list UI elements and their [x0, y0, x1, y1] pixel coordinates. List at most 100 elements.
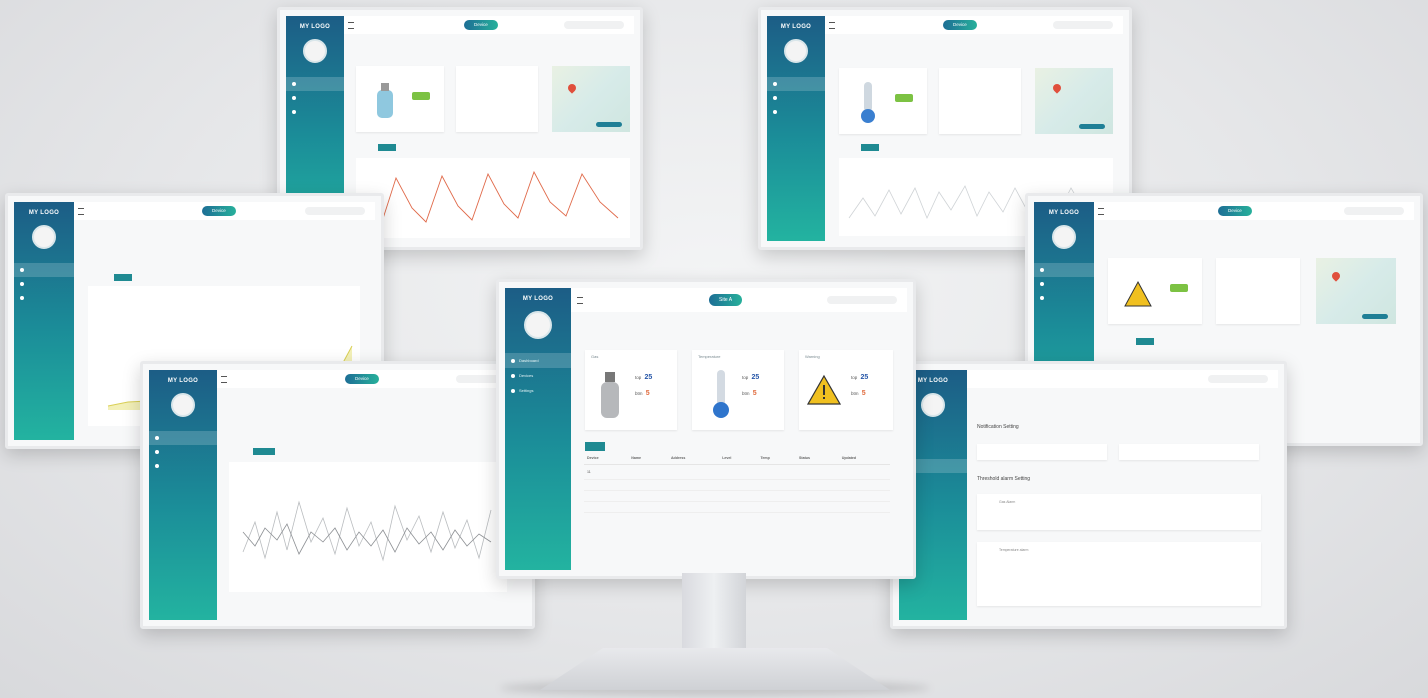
sidebar-item[interactable]	[149, 459, 217, 473]
monitor-stand-neck	[682, 573, 746, 653]
sidebar-item[interactable]	[767, 77, 825, 91]
col-header[interactable]: Temp	[757, 452, 797, 465]
map-button[interactable]	[1362, 314, 1388, 319]
topbar: Device	[217, 370, 526, 388]
status-badge	[895, 94, 913, 102]
sidebar-item-dashboard[interactable]: Dashboard	[505, 353, 571, 368]
map-button[interactable]	[1079, 124, 1105, 129]
sidebar-item[interactable]	[286, 91, 344, 105]
search-input[interactable]	[305, 207, 365, 215]
map[interactable]	[1316, 258, 1396, 324]
avatar	[921, 393, 945, 417]
col-header[interactable]: Name	[628, 452, 668, 465]
map[interactable]	[552, 66, 630, 132]
tab-active[interactable]	[861, 144, 879, 151]
alarm-item[interactable]: Temperature alarm	[977, 542, 1261, 606]
sidebar-item[interactable]	[14, 263, 74, 277]
sidebar-item[interactable]	[286, 105, 344, 119]
metric-card-gas[interactable]: Gas top 25 btm 5	[585, 350, 677, 430]
device-select[interactable]: Device	[202, 206, 236, 216]
map[interactable]	[1035, 68, 1113, 134]
status-badge	[1170, 284, 1188, 292]
status-badge	[412, 92, 430, 100]
sidebar-item[interactable]	[1034, 277, 1094, 291]
level-value: top 25	[635, 374, 653, 381]
device-card	[1108, 258, 1202, 324]
chart-panel	[356, 158, 630, 238]
search-input[interactable]	[827, 296, 897, 304]
location-pin-icon	[1330, 270, 1342, 282]
location-pin-icon	[566, 82, 578, 94]
topbar: Device	[344, 16, 634, 34]
tab-devices[interactable]	[585, 442, 605, 451]
sidebar-item[interactable]	[1034, 263, 1094, 277]
site-select[interactable]: Site A	[709, 294, 743, 306]
table-row[interactable]	[584, 479, 890, 491]
map-button[interactable]	[596, 122, 622, 127]
col-header[interactable]: Level	[719, 452, 758, 465]
search-input[interactable]	[1208, 375, 1268, 383]
notification-option[interactable]	[977, 444, 1107, 460]
tab-active[interactable]	[114, 274, 132, 281]
dot-icon	[155, 436, 159, 440]
device-select[interactable]: Device	[464, 20, 498, 30]
alarm-item[interactable]: Gas Alarm	[977, 494, 1261, 530]
sidebar-item[interactable]	[767, 91, 825, 105]
topbar: Site A	[571, 288, 907, 312]
sidebar-item-devices[interactable]: Devices	[505, 368, 571, 383]
menu-icon[interactable]	[829, 22, 835, 29]
chart-panel	[229, 462, 507, 592]
sidebar-item[interactable]	[767, 105, 825, 119]
menu-icon[interactable]	[1098, 208, 1104, 215]
tab-active[interactable]	[1136, 338, 1154, 345]
table-row[interactable]	[584, 501, 890, 513]
monitor-center: MY LOGO Dashboard Devices Settings Site …	[496, 279, 916, 579]
col-header[interactable]: Address	[667, 452, 720, 465]
table-row[interactable]	[584, 490, 890, 502]
alarm-item-label: Gas Alarm	[999, 500, 1016, 504]
monitor-low-right: MY LOGO Notification Setting Threshold a…	[890, 361, 1287, 629]
sidebar-item[interactable]	[14, 291, 74, 305]
sidebar-item[interactable]	[14, 277, 74, 291]
table-row[interactable]: 11	[584, 464, 890, 480]
metric-card-warning[interactable]: Warning top 25 btm 5	[799, 350, 893, 430]
topbar: Device	[1094, 202, 1414, 220]
dot-icon	[1040, 296, 1044, 300]
sidebar-item[interactable]	[1034, 291, 1094, 305]
search-input[interactable]	[1344, 207, 1404, 215]
col-header[interactable]: Device	[584, 452, 629, 465]
sidebar-nav	[767, 77, 825, 119]
menu-icon[interactable]	[348, 22, 354, 29]
device-select[interactable]: Device	[943, 20, 977, 30]
thermometer-icon	[713, 370, 729, 418]
dot-icon	[155, 464, 159, 468]
menu-icon[interactable]	[78, 208, 84, 215]
gas-cylinder-icon	[601, 372, 619, 418]
home-icon	[511, 358, 515, 363]
gas-cylinder-icon	[377, 83, 393, 118]
tab-active[interactable]	[378, 144, 396, 151]
col-header[interactable]: Updated	[838, 452, 890, 465]
search-input[interactable]	[564, 21, 624, 29]
info-card	[1216, 258, 1300, 324]
info-card	[939, 68, 1021, 134]
tab-active[interactable]	[253, 448, 275, 455]
sidebar-item[interactable]	[149, 445, 217, 459]
dot-icon	[20, 282, 24, 286]
sidebar-nav	[1034, 263, 1094, 305]
notification-option[interactable]	[1119, 444, 1259, 460]
sidebar-item[interactable]	[149, 431, 217, 445]
col-header[interactable]: Status	[796, 452, 839, 465]
metric-card-temperature[interactable]: Temperature top 25 btm 5	[692, 350, 784, 430]
device-select[interactable]: Device	[345, 374, 379, 384]
card-title: Temperature	[698, 354, 721, 359]
sidebar-item-settings[interactable]: Settings	[505, 383, 571, 398]
menu-icon[interactable]	[577, 297, 583, 304]
search-input[interactable]	[1053, 21, 1113, 29]
sidebar: MY LOGO	[149, 370, 217, 620]
menu-icon[interactable]	[221, 376, 227, 383]
device-select[interactable]: Device	[1218, 206, 1252, 216]
level-value: top 25	[742, 374, 760, 381]
sidebar-nav	[286, 77, 344, 119]
sidebar-item[interactable]	[286, 77, 344, 91]
